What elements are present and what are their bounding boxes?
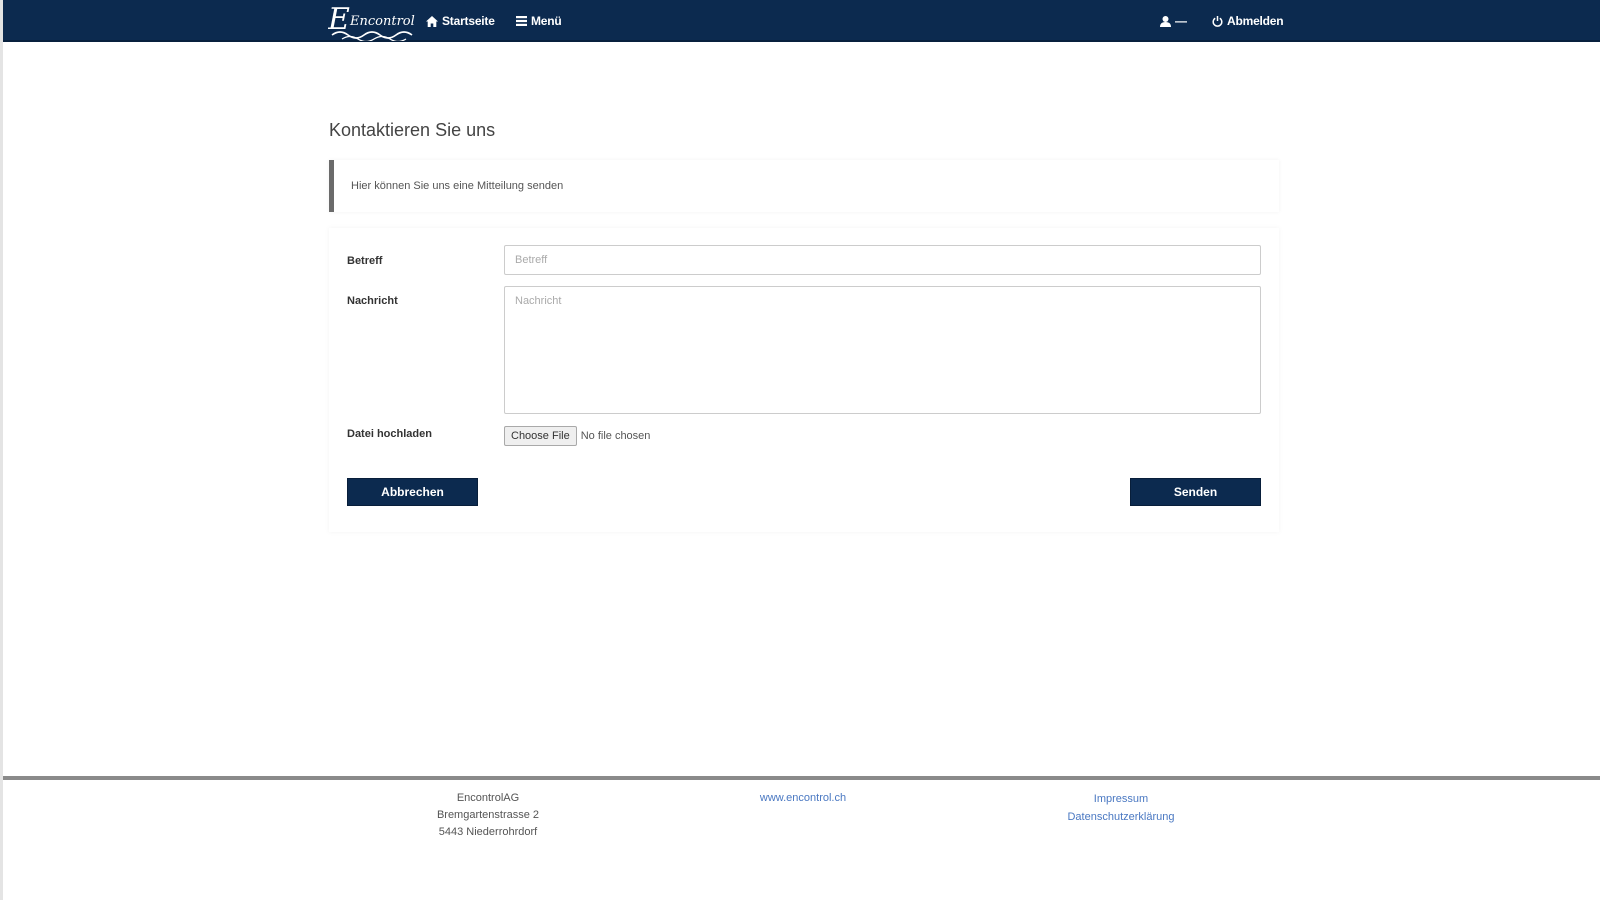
- nav-menu-label: Menü: [531, 14, 562, 28]
- page-footer: EncontrolAG Bremgartenstrasse 2 5443 Nie…: [3, 776, 1600, 900]
- file-status: No file chosen: [580, 430, 651, 442]
- footer-company: EncontrolAG: [456, 792, 520, 804]
- nav-logout-link[interactable]: Abmelden: [1212, 0, 1284, 42]
- footer-street: Bremgartenstrasse 2: [436, 809, 540, 821]
- footer-city: 5443 Niederrohrdorf: [438, 826, 538, 838]
- user-icon: [1160, 15, 1171, 27]
- power-icon: [1212, 15, 1223, 27]
- app-frame: E Encontrol Startseite Menü — Abmelden K…: [0, 0, 1600, 900]
- subject-label: Betreff: [347, 255, 383, 267]
- home-icon: [426, 15, 438, 27]
- send-button[interactable]: Senden: [1130, 478, 1261, 506]
- encontrol-logo[interactable]: E Encontrol: [328, 3, 418, 41]
- nav-user-link[interactable]: —: [1160, 0, 1187, 42]
- footer-legal-links: Impressum Datenschutzerklärung: [1021, 790, 1221, 826]
- nav-home-link[interactable]: Startseite: [426, 0, 495, 42]
- top-navbar: E Encontrol Startseite Menü — Abmelden: [3, 0, 1600, 42]
- upload-label: Datei hochladen: [347, 428, 432, 440]
- footer-privacy-link[interactable]: Datenschutzerklärung: [1021, 808, 1221, 826]
- logo-text: Encontrol: [349, 14, 415, 29]
- footer-imprint-link[interactable]: Impressum: [1021, 790, 1221, 808]
- nav-menu-link[interactable]: Menü: [516, 0, 562, 42]
- contact-form: Betreff Nachricht Datei hochladen Choose…: [329, 228, 1279, 532]
- info-text: Hier können Sie uns eine Mitteilung send…: [351, 180, 564, 192]
- cancel-button[interactable]: Abbrechen: [347, 478, 478, 506]
- choose-file-button[interactable]: Choose File: [504, 426, 577, 446]
- nav-home-label: Startseite: [442, 14, 495, 28]
- nav-user-label: —: [1175, 14, 1187, 28]
- page-title: Kontaktieren Sie uns: [329, 120, 496, 140]
- subject-input[interactable]: [504, 245, 1261, 275]
- footer-address: EncontrolAG Bremgartenstrasse 2 5443 Nie…: [383, 790, 593, 841]
- info-callout: Hier können Sie uns eine Mitteilung send…: [329, 160, 1279, 212]
- message-label: Nachricht: [347, 295, 398, 307]
- file-upload: Choose File No file chosen: [504, 426, 650, 446]
- footer-website-link[interactable]: www.encontrol.ch: [703, 790, 903, 807]
- list-icon: [516, 16, 527, 26]
- nav-logout-label: Abmelden: [1227, 14, 1284, 28]
- message-textarea[interactable]: [504, 286, 1261, 414]
- navbar-inner: E Encontrol Startseite Menü — Abmelden: [328, 0, 1284, 42]
